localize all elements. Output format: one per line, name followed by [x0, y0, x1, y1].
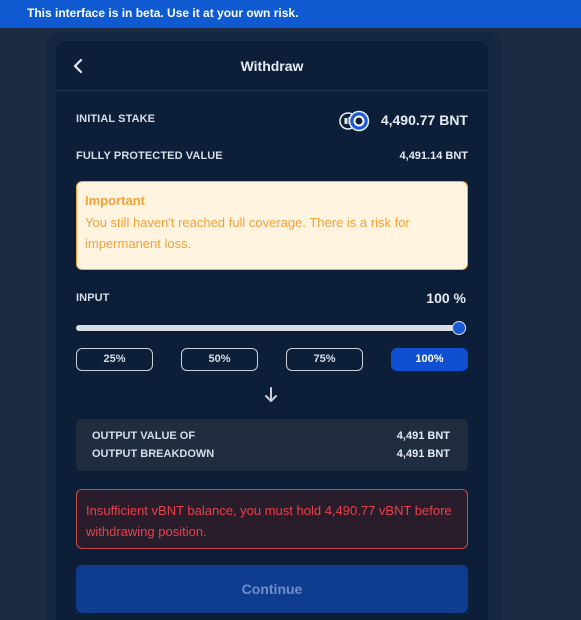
- preset-75-button[interactable]: 75%: [286, 348, 363, 371]
- output-value: 4,491 BNT: [396, 430, 450, 442]
- initial-stake-label: INITIAL STAKE: [76, 113, 156, 125]
- input-percent-value: 100 %: [426, 290, 466, 306]
- preset-25-button[interactable]: 25%: [76, 348, 153, 371]
- continue-button[interactable]: Continue: [76, 565, 468, 613]
- preset-50-button[interactable]: 50%: [181, 348, 258, 371]
- withdraw-modal: Withdraw INITIAL STAKE 4,490.77 BNT FULL…: [56, 41, 488, 620]
- protected-value-label: FULLY PROTECTED VALUE: [76, 150, 223, 162]
- output-breakdown-value: 4,491 BNT: [396, 448, 450, 460]
- important-title: Important: [85, 193, 145, 208]
- modal-header: Withdraw: [56, 41, 488, 91]
- amount-slider-thumb[interactable]: [452, 321, 466, 335]
- important-text: You still haven't reached full coverage.…: [85, 215, 410, 251]
- protected-value: 4,491.14 BNT: [399, 150, 468, 162]
- token-pair-icons: [339, 110, 371, 132]
- output-breakdown-label: OUTPUT BREAKDOWN: [92, 448, 215, 460]
- input-label: INPUT: [76, 292, 110, 304]
- initial-stake-value: 4,490.77 BNT: [380, 112, 468, 128]
- modal-title: Withdraw: [240, 58, 304, 74]
- preset-100-button[interactable]: 100%: [391, 348, 468, 371]
- important-notice: Important You still haven't reached full…: [76, 181, 468, 270]
- amount-slider-track[interactable]: [76, 325, 461, 331]
- output-value-label: OUTPUT VALUE OF: [92, 430, 196, 442]
- arrow-down-icon: [262, 386, 280, 404]
- beta-banner: This interface is in beta. Use it at you…: [0, 0, 581, 28]
- insufficient-balance-error: Insufficient vBNT balance, you must hold…: [76, 489, 468, 549]
- bnt-token-icon: [348, 110, 370, 132]
- output-summary: OUTPUT VALUE OF 4,491 BNT OUTPUT BREAKDO…: [76, 419, 468, 471]
